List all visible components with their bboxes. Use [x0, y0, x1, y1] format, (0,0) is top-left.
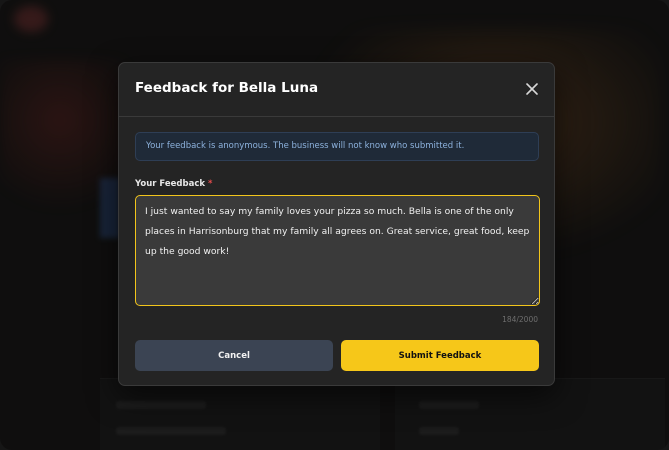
- feedback-label-text: Your Feedback: [135, 179, 206, 189]
- cancel-button[interactable]: Cancel: [135, 340, 333, 371]
- modal-title: Feedback for Bella Luna: [135, 80, 319, 96]
- anonymous-notice: Your feedback is anonymous. The business…: [135, 132, 539, 161]
- submit-feedback-button[interactable]: Submit Feedback: [341, 340, 539, 371]
- feedback-modal: Feedback for Bella Luna Your feedback is…: [118, 62, 555, 386]
- required-marker: *: [208, 179, 213, 189]
- close-icon: [526, 83, 538, 95]
- screen: Feedback for Bella Luna Your feedback is…: [0, 0, 669, 450]
- close-button[interactable]: [522, 79, 542, 99]
- feedback-label: Your Feedback *: [135, 179, 212, 189]
- modal-header: Feedback for Bella Luna: [119, 63, 554, 117]
- feedback-textarea[interactable]: [135, 195, 540, 306]
- character-count: 184/2000: [502, 315, 538, 324]
